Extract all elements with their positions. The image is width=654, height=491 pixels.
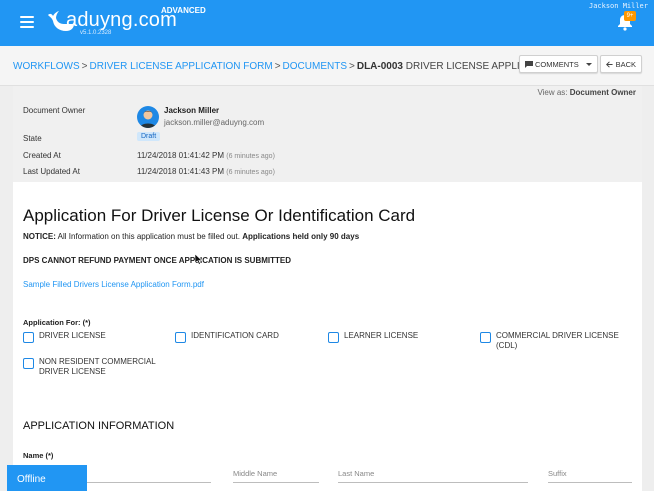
option-identification-card[interactable]: IDENTIFICATION CARD bbox=[175, 331, 315, 343]
option-driver-license[interactable]: DRIVER LICENSE bbox=[23, 331, 163, 343]
comments-button[interactable]: COMMENTS bbox=[519, 55, 598, 73]
sample-pdf-link[interactable]: Sample Filled Drivers License Applicatio… bbox=[23, 280, 204, 289]
form-title: Application For Driver License Or Identi… bbox=[23, 206, 416, 225]
updated-timestamp: 11/24/2018 01:41:43 PM bbox=[137, 167, 225, 176]
last-name-input[interactable] bbox=[338, 465, 528, 482]
owner-label: Document Owner bbox=[23, 106, 86, 115]
checkbox[interactable] bbox=[328, 332, 339, 343]
option-commercial-driver-license[interactable]: COMMERCIAL DRIVER LICENSE (CDL) bbox=[480, 331, 625, 351]
menu-icon[interactable] bbox=[20, 16, 34, 28]
breadcrumb-workflows[interactable]: WORKFLOWS bbox=[13, 61, 80, 72]
notice-prefix: NOTICE: bbox=[23, 232, 56, 241]
middle-name-field[interactable] bbox=[233, 465, 319, 483]
arrow-left-icon bbox=[606, 61, 613, 67]
option-label: LEARNER LICENSE bbox=[344, 331, 419, 340]
comment-icon bbox=[525, 60, 533, 68]
back-button-label: BACK bbox=[615, 59, 636, 69]
version-label: v5.1.0.2328 bbox=[80, 30, 112, 36]
created-timestamp: 11/24/2018 01:41:42 PM bbox=[137, 151, 225, 160]
mouse-cursor-icon bbox=[195, 254, 203, 265]
app-header: aduyng.com ADVANCED v5.1.0.2328 Jackson … bbox=[0, 0, 654, 46]
edition-label: ADVANCED bbox=[161, 6, 206, 15]
status-badge: Draft bbox=[137, 132, 161, 141]
checkbox[interactable] bbox=[23, 332, 34, 343]
option-label: NON RESIDENT COMMERCIAL DRIVER LICENSE bbox=[39, 357, 156, 376]
suffix-field[interactable] bbox=[548, 465, 632, 483]
user-avatar-icon bbox=[140, 110, 156, 128]
notice-text: NOTICE: All Information on this applicat… bbox=[23, 232, 359, 241]
option-label: COMMERCIAL DRIVER LICENSE (CDL) bbox=[496, 331, 619, 350]
owner-email: jackson.miller@aduyng.com bbox=[164, 118, 265, 127]
document-meta-panel: View as: Document Owner Document Owner J… bbox=[13, 86, 642, 182]
option-learner-license[interactable]: LEARNER LICENSE bbox=[328, 331, 468, 343]
breadcrumb-separator: > bbox=[81, 61, 88, 72]
breadcrumb-document-id: DLA-0003 bbox=[356, 61, 403, 72]
breadcrumb: WORKFLOWS > DRIVER LICENSE APPLICATION FOR… bbox=[13, 61, 546, 72]
last-name-field[interactable] bbox=[338, 465, 528, 483]
state-label: State bbox=[23, 134, 42, 143]
notice-bold: Applications held only 90 days bbox=[242, 232, 360, 241]
breadcrumb-separator: > bbox=[349, 61, 355, 72]
created-value: 11/24/2018 01:41:42 PM (6 minutes ago) bbox=[137, 151, 275, 160]
notice-body: All Information on this application must… bbox=[57, 232, 240, 241]
updated-label: Last Updated At bbox=[23, 167, 80, 176]
breadcrumb-separator: > bbox=[274, 61, 281, 72]
avatar bbox=[137, 106, 159, 128]
option-label: DRIVER LICENSE bbox=[39, 331, 106, 340]
updated-relative: (6 minutes ago) bbox=[226, 169, 275, 176]
checkbox[interactable] bbox=[23, 358, 34, 369]
option-non-resident-commercial[interactable]: NON RESIDENT COMMERCIAL DRIVER LICENSE bbox=[23, 357, 158, 377]
view-as-label: View as: bbox=[537, 88, 568, 97]
application-for-label: Application For: (*) bbox=[23, 318, 91, 327]
created-relative: (6 minutes ago) bbox=[226, 153, 275, 160]
chevron-down-icon bbox=[586, 63, 592, 66]
owner-name: Jackson Miller bbox=[164, 106, 220, 115]
current-user-name[interactable]: Jackson Miller bbox=[589, 2, 648, 10]
checkbox[interactable] bbox=[175, 332, 186, 343]
view-as-value: Document Owner bbox=[569, 88, 636, 97]
checkbox[interactable] bbox=[480, 332, 491, 343]
breadcrumb-form[interactable]: DRIVER LICENSE APPLICATION FORM bbox=[90, 61, 273, 72]
option-label: IDENTIFICATION CARD bbox=[191, 331, 279, 340]
document-form: Application For Driver License Or Identi… bbox=[13, 182, 642, 491]
notification-badge: 9+ bbox=[624, 11, 636, 21]
offline-indicator[interactable]: Offline bbox=[7, 465, 87, 491]
suffix-input[interactable] bbox=[548, 465, 632, 482]
updated-value: 11/24/2018 01:41:43 PM (6 minutes ago) bbox=[137, 167, 275, 176]
breadcrumb-documents[interactable]: DOCUMENTS bbox=[283, 61, 347, 72]
created-label: Created At bbox=[23, 151, 61, 160]
dps-notice: DPS CANNOT REFUND PAYMENT ONCE APPLICATI… bbox=[23, 256, 292, 265]
back-button[interactable]: BACK bbox=[600, 55, 642, 73]
name-label: Name (*) bbox=[23, 451, 54, 460]
middle-name-input[interactable] bbox=[233, 465, 319, 482]
section-title: APPLICATION INFORMATION bbox=[23, 420, 175, 432]
comments-button-label: COMMENTS bbox=[535, 59, 579, 69]
view-as[interactable]: View as: Document Owner bbox=[537, 88, 636, 97]
